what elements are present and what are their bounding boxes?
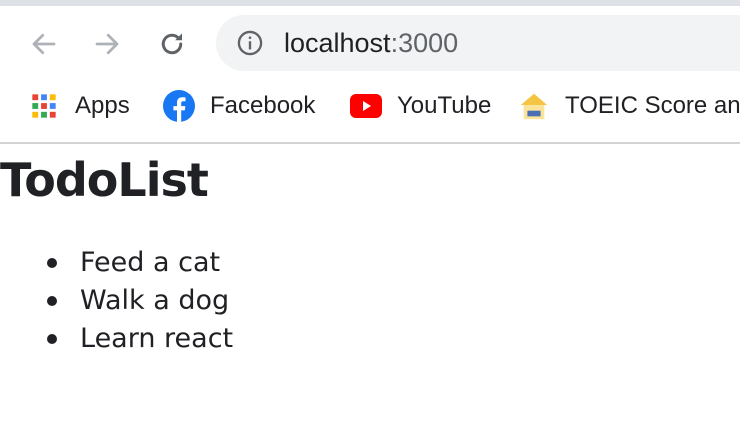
url-text: localhost:3000	[284, 15, 458, 71]
todo-list: Feed a cat Walk a dog Learn react	[0, 244, 233, 358]
bookmark-label: TOEIC Score and	[565, 92, 740, 119]
bullet-icon	[47, 258, 57, 268]
reload-icon	[161, 33, 183, 55]
browser-toolbar: localhost:3000	[0, 6, 740, 80]
reload-button[interactable]	[154, 26, 190, 62]
youtube-icon	[350, 90, 382, 122]
page-title: TodoList	[0, 153, 209, 207]
toeic-site-icon	[518, 90, 550, 122]
bookmark-label: YouTube	[397, 92, 492, 119]
bookmark-youtube[interactable]: YouTube	[350, 80, 491, 132]
apps-grid-icon	[28, 90, 60, 122]
bookmarks-bar: Apps Facebook YouTube TOEIC Score and	[0, 80, 740, 144]
url-port: :3000	[390, 28, 459, 58]
bookmark-toeic[interactable]: TOEIC Score and	[518, 80, 740, 132]
todo-item: Feed a cat	[0, 244, 233, 282]
bullet-icon	[47, 296, 57, 306]
bookmark-facebook[interactable]: Facebook	[163, 80, 315, 132]
address-bar[interactable]: localhost:3000	[216, 15, 740, 71]
todo-text: Learn react	[80, 323, 234, 354]
bullet-icon	[47, 334, 57, 344]
url-host: localhost	[284, 28, 391, 58]
todo-item: Walk a dog	[0, 282, 233, 320]
bookmark-apps[interactable]: Apps	[28, 80, 130, 132]
site-info-button[interactable]	[236, 29, 264, 57]
arrow-right-icon	[95, 33, 119, 55]
facebook-icon	[163, 90, 195, 122]
todo-text: Feed a cat	[80, 247, 221, 278]
todo-item: Learn react	[0, 320, 233, 358]
back-button[interactable]	[26, 26, 62, 62]
bookmark-label: Apps	[75, 92, 130, 119]
bookmark-label: Facebook	[210, 92, 316, 119]
todo-text: Walk a dog	[80, 285, 230, 316]
page-content: TodoList Feed a cat Walk a dog Learn rea…	[0, 144, 740, 438]
forward-button[interactable]	[89, 26, 125, 62]
info-circle-icon	[237, 30, 263, 56]
arrow-left-icon	[32, 33, 56, 55]
